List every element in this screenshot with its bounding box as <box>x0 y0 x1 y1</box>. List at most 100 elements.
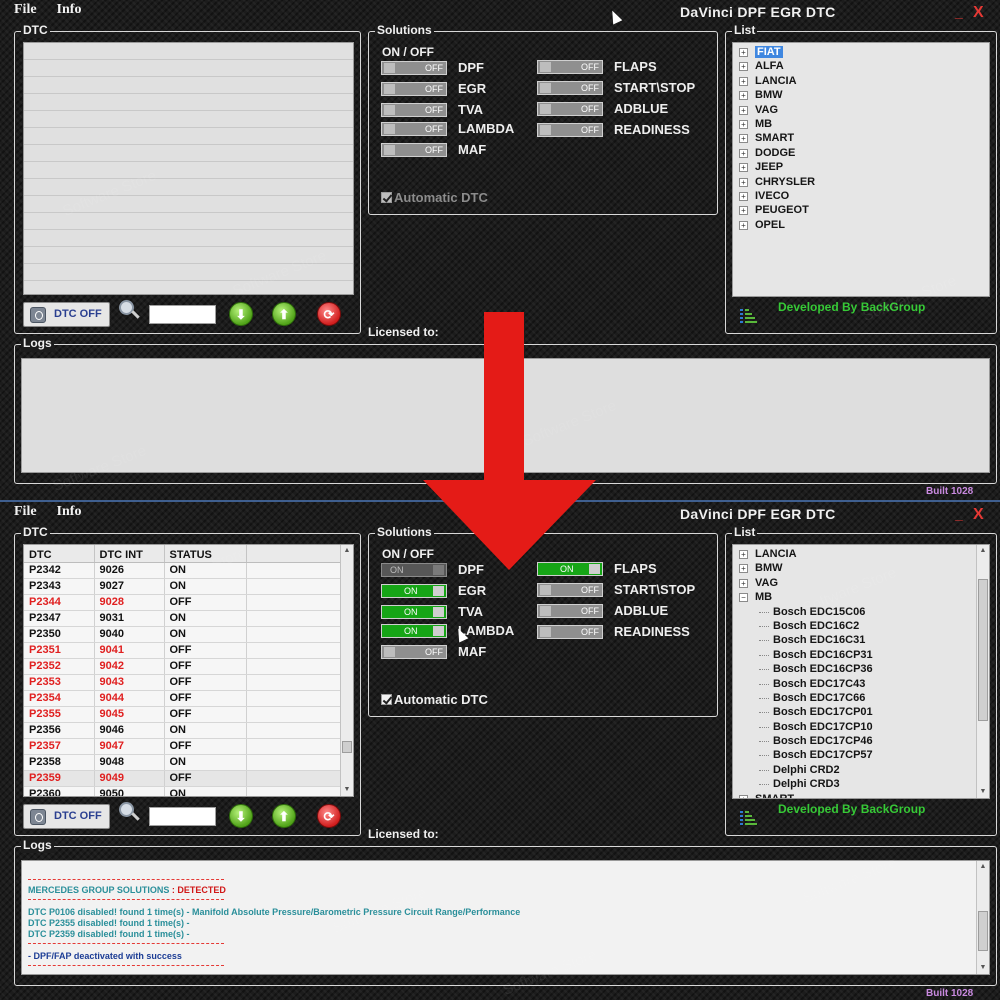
tree-scrollbar[interactable]: ▲ ▼ <box>976 545 989 798</box>
automatic-dtc-checkbox[interactable]: Automatic DTC <box>381 190 488 205</box>
dtc-cell: P2347 <box>24 610 95 627</box>
dtc-int-header[interactable]: DTC INT <box>94 545 165 563</box>
flaps-switch[interactable]: OFF <box>537 60 603 74</box>
tva-switch[interactable]: ON <box>381 605 447 619</box>
tree-child-ecu[interactable]: Bosch EDC16CP36 <box>733 662 989 676</box>
tree-item-chrysler[interactable]: + CHRYSLER <box>733 175 989 189</box>
tree-child-ecu[interactable]: Delphi CRD3 <box>733 777 989 791</box>
adblue-switch[interactable]: OFF <box>537 102 603 116</box>
menu-file[interactable]: File <box>14 2 37 18</box>
tree-item-iveco[interactable]: + IVECO <box>733 189 989 203</box>
tree-item-mb[interactable]: + MB <box>733 117 989 131</box>
menu-file[interactable]: File <box>14 504 37 520</box>
tree-child-ecu[interactable]: Bosch EDC15C06 <box>733 605 989 619</box>
tree-item-dodge[interactable]: + DODGE <box>733 146 989 160</box>
startstop-switch[interactable]: OFF <box>537 81 603 95</box>
tree-child-ecu[interactable]: Bosch EDC17CP01 <box>733 705 989 719</box>
table-row[interactable]: P2342 9026 ON <box>24 562 353 579</box>
table-row[interactable]: P2350 9040 ON <box>24 626 353 643</box>
dtc-cell: P2357 <box>24 738 95 755</box>
dtc-header[interactable]: DTC <box>24 545 95 563</box>
tree-item-peugeot[interactable]: + PEUGEOT <box>733 203 989 217</box>
table-row[interactable]: P2343 9027 ON <box>24 578 353 595</box>
dtc-int-cell: 9048 <box>94 754 165 771</box>
tree-item-lancia[interactable]: + LANCIA <box>733 74 989 88</box>
dtc-off-button[interactable]: DTC OFF <box>23 302 110 327</box>
dtc-off-button[interactable]: DTC OFF <box>23 804 110 829</box>
tree-child-ecu[interactable]: Bosch EDC17CP46 <box>733 734 989 748</box>
collapse-icon: − <box>739 593 748 603</box>
table-row-partial[interactable]: P2360 9050 ON <box>24 786 353 796</box>
tree-child-ecu[interactable]: Bosch EDC16CP31 <box>733 648 989 662</box>
tree-item-vag[interactable]: + VAG <box>733 576 989 590</box>
tree-child-ecu[interactable]: Bosch EDC16C31 <box>733 633 989 647</box>
readiness-switch[interactable]: OFF <box>537 123 603 137</box>
tree-child-ecu[interactable]: Bosch EDC17C66 <box>733 691 989 705</box>
minimize-button[interactable]: _ <box>955 506 963 522</box>
tree-item-opel[interactable]: + OPEL <box>733 218 989 232</box>
dtc-search-input[interactable] <box>149 807 216 826</box>
menu-bar: File Info <box>14 504 81 520</box>
menu-info[interactable]: Info <box>57 2 82 18</box>
tree-child-ecu[interactable]: Bosch EDC17CP57 <box>733 748 989 762</box>
table-row[interactable]: P2344 9028 OFF <box>24 594 353 611</box>
tree-child-ecu[interactable]: Bosch EDC17C43 <box>733 677 989 691</box>
arrow-down-button[interactable]: ⬇ <box>229 302 253 326</box>
tree-item-smart[interactable]: +SMART <box>733 792 989 798</box>
list-icon[interactable] <box>740 809 757 825</box>
tree-item-bmw[interactable]: + BMW <box>733 88 989 102</box>
table-row[interactable]: P2358 9048 ON <box>24 754 353 771</box>
table-row[interactable]: P2356 9046 ON <box>24 722 353 739</box>
lambda-switch[interactable]: OFF <box>381 122 447 136</box>
table-row[interactable]: P2353 9043 OFF <box>24 674 353 691</box>
arrow-down-button[interactable]: ⬇ <box>229 804 253 828</box>
egr-switch[interactable]: ON <box>381 584 447 598</box>
close-button[interactable]: X <box>973 4 984 22</box>
list-group-title: List <box>732 525 758 540</box>
table-row[interactable]: P2354 9044 OFF <box>24 690 353 707</box>
egr-switch[interactable]: OFF <box>381 82 447 96</box>
readiness-label: READINESS <box>614 624 690 639</box>
table-row[interactable]: P2347 9031 ON <box>24 610 353 627</box>
tree-item-jeep[interactable]: + JEEP <box>733 160 989 174</box>
list-icon[interactable] <box>740 307 757 323</box>
tree-item-lancia[interactable]: + LANCIA <box>733 547 989 561</box>
dtc-scrollbar[interactable]: ▲ ▼ <box>340 545 353 796</box>
status-header[interactable]: STATUS <box>164 545 247 563</box>
table-row[interactable]: P2357 9047 OFF <box>24 738 353 755</box>
adblue-switch[interactable]: OFF <box>537 604 603 618</box>
table-row[interactable]: P2359 9049 OFF <box>24 770 353 787</box>
tree-item-smart[interactable]: +SMART <box>733 131 989 145</box>
tree-child-ecu[interactable]: Bosch EDC16C2 <box>733 619 989 633</box>
tree-item-fiat[interactable]: + FIAT <box>733 45 989 59</box>
automatic-dtc-checkbox[interactable]: Automatic DTC <box>381 692 488 707</box>
menu-info[interactable]: Info <box>57 504 82 520</box>
table-row[interactable]: P2355 9045 OFF <box>24 706 353 723</box>
tree-item-mb[interactable]: − MB <box>733 590 989 604</box>
refresh-button[interactable]: ⟳ <box>317 804 341 828</box>
dtc-search-input[interactable] <box>149 305 216 324</box>
licensed-to-label: Licensed to: <box>368 827 439 841</box>
expand-icon: + <box>739 191 748 201</box>
tree-child-ecu[interactable]: Delphi CRD2 <box>733 763 989 777</box>
maf-switch[interactable]: OFF <box>381 645 447 659</box>
dpf-switch[interactable]: OFF <box>381 61 447 75</box>
table-row[interactable]: P2352 9042 OFF <box>24 658 353 675</box>
table-row[interactable]: P2351 9041 OFF <box>24 642 353 659</box>
tva-switch[interactable]: OFF <box>381 103 447 117</box>
lambda-switch[interactable]: ON <box>381 624 447 638</box>
arrow-up-button[interactable]: ⬆ <box>272 804 296 828</box>
arrow-up-button[interactable]: ⬆ <box>272 302 296 326</box>
tree-item-vag[interactable]: + VAG <box>733 103 989 117</box>
expand-icon: + <box>739 105 748 115</box>
tree-child-ecu[interactable]: Bosch EDC17CP10 <box>733 720 989 734</box>
minimize-button[interactable]: _ <box>955 4 963 20</box>
tree-item-bmw[interactable]: + BMW <box>733 561 989 575</box>
tree-item-alfa[interactable]: + ALFA <box>733 59 989 73</box>
close-button[interactable]: X <box>973 506 984 524</box>
logs-scrollbar[interactable]: ▲ ▼ <box>976 861 989 974</box>
startstop-switch[interactable]: OFF <box>537 583 603 597</box>
readiness-switch[interactable]: OFF <box>537 625 603 639</box>
refresh-button[interactable]: ⟳ <box>317 302 341 326</box>
maf-switch[interactable]: OFF <box>381 143 447 157</box>
